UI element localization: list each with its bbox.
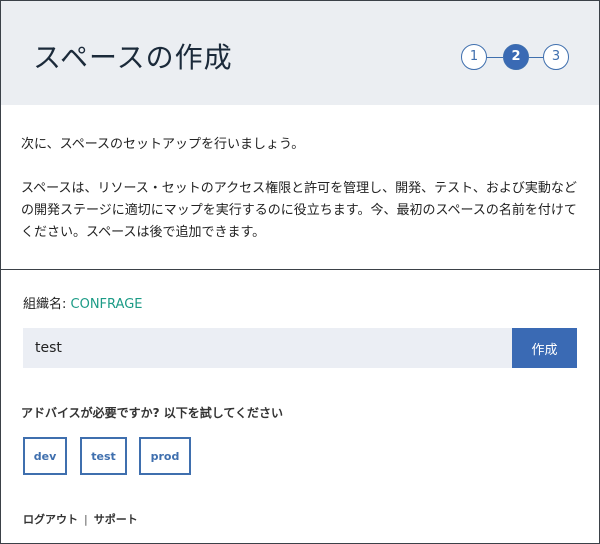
progress-stepper: 1 2 3	[461, 44, 569, 70]
step-3-indicator: 3	[543, 44, 569, 70]
space-name-input[interactable]	[23, 328, 512, 368]
footer-links: ログアウト | サポート	[23, 511, 138, 527]
space-name-form: 作成	[23, 328, 577, 368]
page-title: スペースの作成	[33, 41, 233, 74]
suggestion-prod-button[interactable]: prod	[139, 437, 191, 475]
create-space-dialog: スペースの作成 1 2 3 次に、スペースのセットアップを行いましょう。 スペー…	[0, 0, 600, 544]
logout-link[interactable]: ログアウト	[23, 513, 78, 526]
section-divider	[1, 269, 599, 270]
footer-separator: |	[84, 513, 88, 526]
intro-text: 次に、スペースのセットアップを行いましょう。	[21, 137, 305, 152]
create-button[interactable]: 作成	[512, 328, 577, 368]
suggestion-test-button[interactable]: test	[80, 437, 127, 475]
step-2-indicator: 2	[503, 44, 529, 70]
org-label: 組織名:	[23, 297, 71, 312]
advice-text: アドバイスが必要ですか? 以下を試してください	[21, 406, 284, 420]
suggestion-dev-button[interactable]: dev	[23, 437, 67, 475]
step-1-indicator: 1	[461, 44, 487, 70]
description-text: スペースは、リソース・セットのアクセス権限と許可を管理し、開発、テスト、および実…	[21, 181, 577, 240]
org-line: 組織名: CONFRAGE	[23, 293, 143, 312]
step-connector-1	[487, 57, 503, 58]
step-connector-2	[529, 57, 543, 58]
support-link[interactable]: サポート	[94, 513, 138, 526]
org-name: CONFRAGE	[70, 297, 143, 312]
dialog-header: スペースの作成 1 2 3	[1, 1, 599, 105]
